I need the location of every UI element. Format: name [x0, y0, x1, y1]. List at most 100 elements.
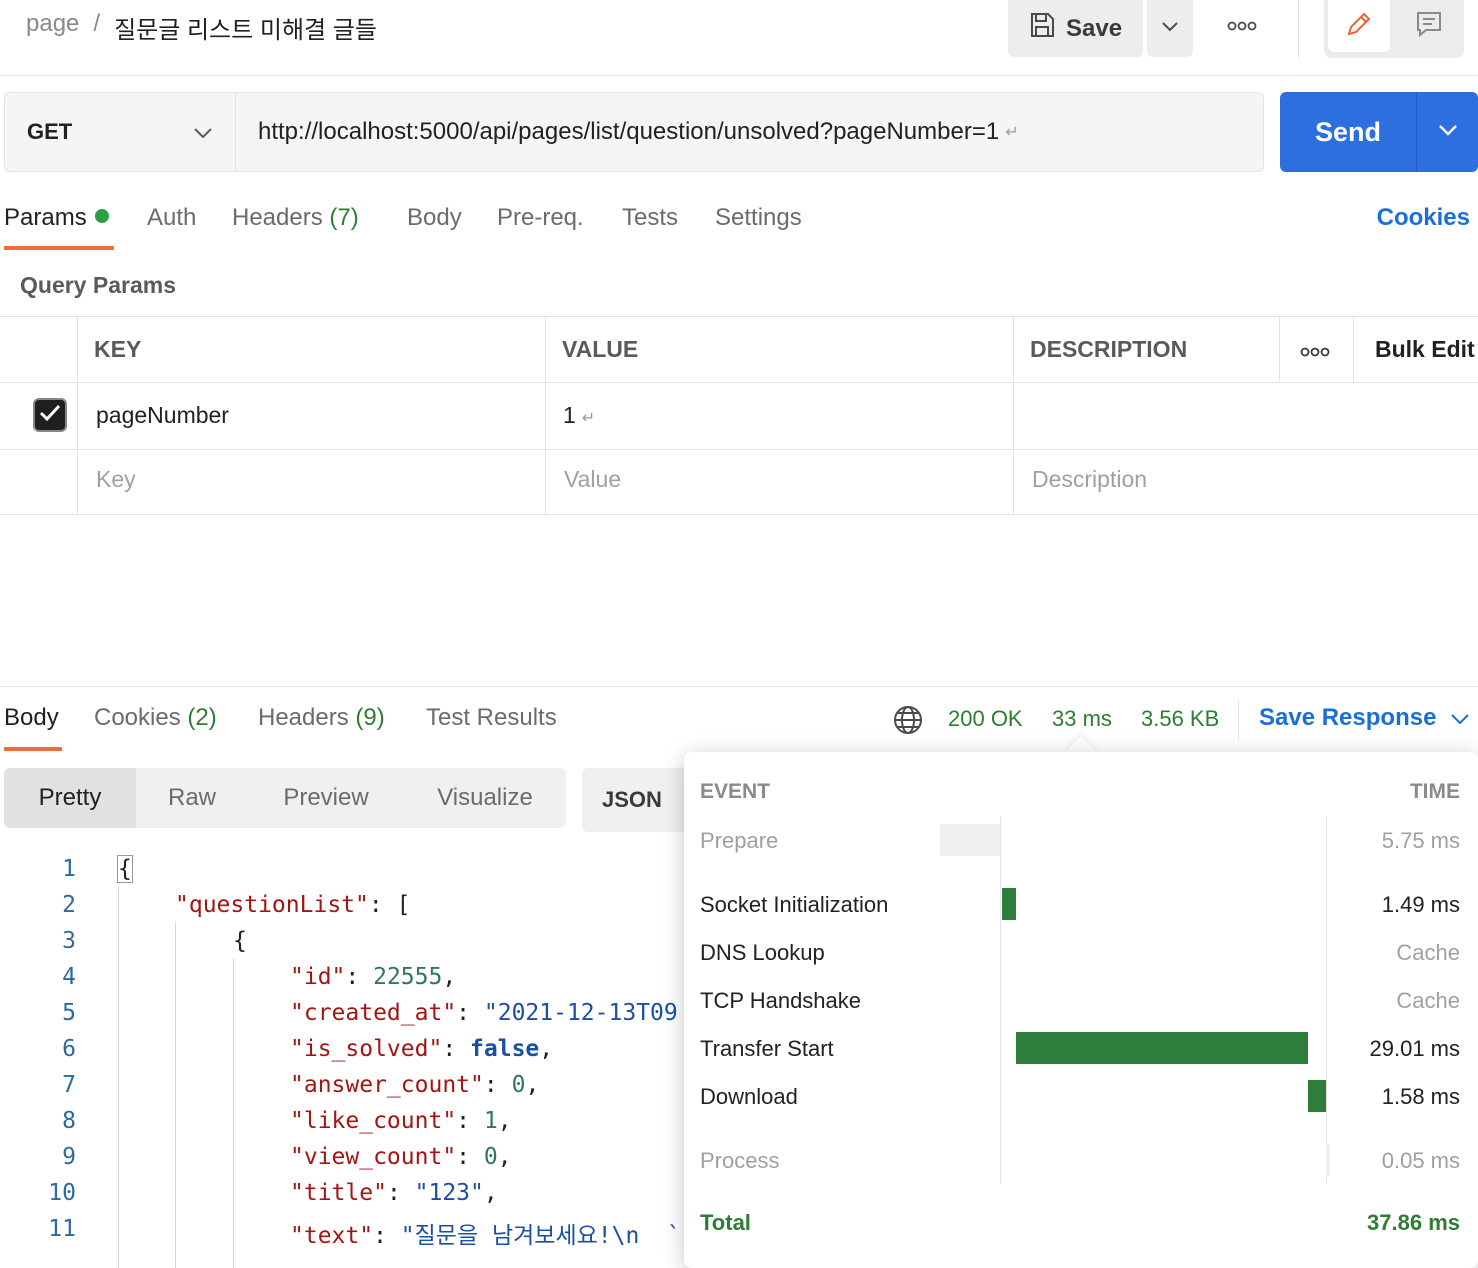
method-label: GET [27, 119, 73, 144]
url-input[interactable]: http://localhost:5000/api/pages/list/que… [236, 92, 1264, 172]
save-response-button[interactable]: Save Response [1259, 704, 1470, 732]
table-options-button[interactable] [1300, 344, 1330, 362]
line-number: 5 [62, 1000, 76, 1026]
time-socket-init: 1.49 ms [1381, 892, 1460, 917]
line-number: 4 [62, 964, 76, 990]
param-key-cell[interactable]: pageNumber [96, 402, 229, 429]
save-button[interactable]: Save [1008, 0, 1143, 57]
table-border [0, 382, 1478, 383]
json-value: "질문을 남겨보세요!\n ` [400, 1223, 681, 1249]
indent-guide [175, 922, 176, 1268]
json-value: "123" [414, 1180, 484, 1206]
json-key: "text" [290, 1223, 374, 1249]
edit-mode-tab[interactable] [1328, 0, 1390, 52]
tab-body[interactable]: Body [407, 204, 462, 232]
save-label: Save [1066, 14, 1123, 42]
response-tab-cookies[interactable]: Cookies (2) [94, 704, 217, 732]
save-response-label: Save Response [1259, 704, 1437, 731]
param-enabled-checkbox[interactable] [33, 398, 67, 432]
event-download: Download [700, 1084, 798, 1109]
new-key-input[interactable]: Key [96, 466, 136, 493]
format-visualize[interactable]: Visualize [404, 768, 566, 828]
status-code[interactable]: 200 OK [948, 706, 1023, 732]
json-value: false [470, 1036, 540, 1062]
new-value-input[interactable]: Value [564, 466, 621, 493]
send-options-button[interactable] [1416, 92, 1478, 172]
param-value-cell[interactable]: 1 ↵ [563, 402, 595, 429]
code-line: "is_solved": false, [290, 1036, 554, 1062]
chevron-down-icon [1161, 20, 1179, 38]
json-punct: : [ [368, 892, 411, 918]
tab-prereq[interactable]: Pre-req. [497, 204, 584, 232]
globe-icon[interactable] [892, 704, 924, 736]
code-line: "answer_count": 0, [290, 1072, 540, 1098]
json-value: 1 [483, 1108, 498, 1134]
tab-tests[interactable]: Tests [622, 204, 678, 232]
code-line: "id": 22555, [290, 964, 457, 990]
line-number: 7 [62, 1072, 76, 1098]
line-number: 6 [62, 1036, 76, 1062]
format-preview[interactable]: Preview [248, 768, 404, 828]
new-description-input[interactable]: Description [1032, 466, 1147, 493]
total-label: Total [700, 1210, 751, 1235]
event-prepare: Prepare [700, 828, 779, 853]
response-body-editor[interactable]: 1 2 3 4 5 6 7 8 9 10 11 { "questionList"… [0, 850, 690, 1268]
breadcrumb-separator: / [93, 10, 101, 37]
code-line: { [233, 928, 247, 954]
event-dns-lookup: DNS Lookup [700, 940, 825, 965]
return-marker: ↵ [1005, 124, 1019, 141]
send-button[interactable]: Send [1280, 92, 1416, 172]
tab-params[interactable]: Params [4, 204, 109, 232]
return-marker: ↵ [581, 410, 596, 427]
comment-icon [1414, 9, 1444, 44]
tab-settings[interactable]: Settings [715, 204, 802, 232]
timing-bar-transfer-start [1016, 1032, 1308, 1064]
response-time-popover: EVENT TIME Prepare 5.75 ms Socket Initia… [684, 752, 1478, 1268]
comments-tab[interactable] [1398, 0, 1460, 52]
json-value: 0 [483, 1144, 498, 1170]
timeline-end-line [1326, 816, 1327, 1184]
column-header-description: DESCRIPTION [1030, 336, 1188, 362]
breadcrumb: page / 질문글 리스트 미해결 글들 [26, 10, 377, 45]
chevron-down-icon [1438, 123, 1458, 141]
format-raw[interactable]: Raw [136, 768, 248, 828]
language-select[interactable]: JSON [582, 768, 692, 832]
line-number: 11 [48, 1216, 76, 1242]
table-border [0, 449, 1478, 450]
response-tab-test-results[interactable]: Test Results [426, 704, 557, 732]
pane-divider[interactable] [0, 686, 1478, 687]
column-divider [1013, 316, 1014, 515]
line-number: 10 [48, 1180, 76, 1206]
column-divider [77, 316, 78, 515]
more-options-button[interactable] [1222, 12, 1262, 42]
cookies-link[interactable]: Cookies [1377, 204, 1470, 232]
url-text: http://localhost:5000/api/pages/list/que… [258, 118, 1000, 145]
code-line: "like_count": 1, [290, 1108, 512, 1134]
json-key: "like_count" [290, 1108, 457, 1134]
response-size[interactable]: 3.56 KB [1141, 706, 1219, 732]
response-time[interactable]: 33 ms [1052, 706, 1112, 732]
params-active-dot [94, 209, 109, 223]
column-header-key: KEY [94, 336, 142, 362]
breadcrumb-parent[interactable]: page [26, 10, 79, 45]
tab-auth[interactable]: Auth [147, 204, 196, 232]
bulk-edit-button[interactable]: Bulk Edit [1375, 336, 1475, 363]
save-options-button[interactable] [1147, 0, 1193, 57]
line-number: 2 [62, 892, 76, 918]
stats-divider [1238, 700, 1239, 740]
time-column-header: TIME [1409, 780, 1460, 803]
line-number: 8 [62, 1108, 76, 1134]
request-name[interactable]: 질문글 리스트 미해결 글들 [114, 10, 377, 45]
tab-headers[interactable]: Headers (7) [232, 204, 359, 232]
headers-count: (7) [329, 204, 359, 231]
query-params-title: Query Params [20, 272, 176, 298]
response-tab-headers[interactable]: Headers (9) [258, 704, 385, 732]
time-tcp-handshake: Cache [1396, 988, 1460, 1013]
table-border [0, 514, 1478, 515]
method-select[interactable]: GET [4, 92, 236, 172]
code-line: "title": "123", [290, 1180, 498, 1206]
timing-bar-prepare [940, 824, 1000, 856]
format-pretty[interactable]: Pretty [4, 768, 136, 828]
response-tab-body[interactable]: Body [4, 704, 59, 732]
timing-bar-process [1326, 1144, 1330, 1176]
